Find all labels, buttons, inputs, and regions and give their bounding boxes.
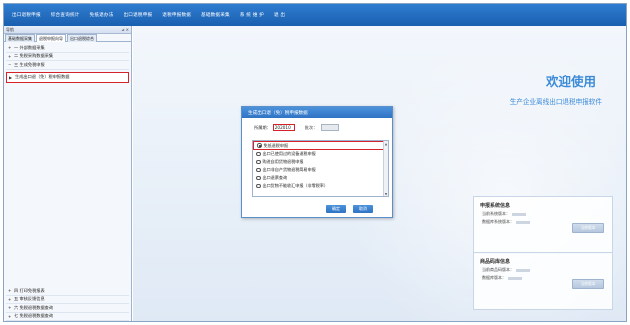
generate-declare-dialog: 生成出口退（免）税申报数据 所属期： 202010 批次： 免抵退税申报 出口已… — [241, 106, 393, 218]
info-row: 当前商品码版本： — [474, 265, 612, 273]
cancel-button[interactable]: 取消 — [353, 205, 373, 213]
info-row-label: 数据库版本： — [482, 275, 506, 280]
menu-item-5[interactable]: 退税申报数据 — [162, 12, 191, 18]
tree-item-label: 四 打印免税报表 — [14, 287, 45, 293]
tree-item-print-reports[interactable]: + 四 打印免税报表 — [6, 287, 129, 296]
navigation-panel: 导航 ⊿ × 基础数据采集 退税申报向导 出口退税综合 + 一 外部数据采集 +… — [4, 26, 132, 321]
software-subtitle: 生产企业离线出口退税申报软件 — [509, 98, 602, 106]
main-content: 欢迎使用 生产企业离线出口退税申报软件 申报系统信息 当前系统版本： 数据库系统… — [133, 26, 626, 321]
declare-info-title: 申报系统信息 — [480, 203, 511, 209]
nav-panel-controls: ⊿ × — [121, 27, 129, 32]
option-self-use-goods[interactable]: 购进自用货物退税申报 — [253, 158, 388, 166]
nav-tabs: 基础数据采集 退税申报向导 出口退税综合 — [4, 34, 131, 42]
tree-item-label: 六 免税退税数据查询 — [14, 304, 54, 310]
tree-item-audit-feedback[interactable]: + 五 审核反馈信息 — [6, 296, 129, 304]
option-label: 购进自用货物退税申报 — [262, 159, 304, 164]
nav-tree-top: + 一 外部数据采集 + 二 免税采购数据采集 − 三 生成免税申报 ▶ 生成出… — [4, 42, 131, 87]
tree-item-query-1[interactable]: + 六 免税退税数据查询 — [6, 304, 129, 313]
radio-icon[interactable] — [256, 183, 261, 189]
list-scrollbar[interactable]: ▲ ▼ — [383, 141, 388, 196]
declare-type-list: 免抵退税申报 出口已使用过的设备退税申报 购进自用货物退税申报 出口非自产货物退… — [252, 140, 389, 197]
tree-item-label: 一 外部数据采集 — [14, 44, 45, 50]
menu-item-3[interactable]: 免抵退办法 — [90, 12, 114, 18]
info-row: 当前系统版本： — [474, 209, 612, 217]
option-label: 出口已使用过的设备退税申报 — [262, 151, 316, 156]
option-no-forex[interactable]: 出口货物不能收汇申报（非零税率） — [253, 182, 388, 190]
scroll-up-icon[interactable]: ▲ — [384, 141, 388, 146]
blurred-value — [512, 212, 526, 216]
blurred-value — [508, 276, 522, 280]
option-refund-query[interactable]: 出口退票查询 — [253, 174, 388, 182]
ok-button[interactable]: 确定 — [326, 205, 346, 213]
period-label: 所属期： — [254, 124, 271, 130]
option-label: 出口非自产货物退税简易申报 — [262, 167, 316, 172]
info-row-label: 当前系统版本： — [482, 211, 510, 216]
radio-selected-icon[interactable] — [257, 143, 262, 148]
info-row-label: 数据库系统版本： — [482, 219, 514, 224]
menu-item-system[interactable]: 系 统 维 护 — [240, 12, 264, 18]
pin-icon[interactable]: ⊿ — [121, 27, 124, 32]
tab-comprehensive[interactable]: 出口退税综合 — [67, 34, 97, 42]
tree-item-query-2[interactable]: + 七 免税退税数据查询 — [6, 313, 129, 321]
dialog-fields: 所属期： 202010 批次： — [242, 118, 392, 131]
product-info-title: 商品码库信息 — [480, 259, 511, 265]
app-window: 出口退税申报 综合查询统计 免抵退办法 出口退税申报 退税申报数据 基础数据采集… — [3, 3, 627, 322]
product-version-button[interactable]: 当前版本 — [572, 279, 604, 289]
tree-item-label: 三 生成免税申报 — [14, 61, 45, 67]
radio-icon[interactable] — [256, 175, 261, 181]
batch-input[interactable] — [321, 124, 340, 131]
tree-item-external-data[interactable]: + 一 外部数据采集 — [6, 44, 129, 53]
radio-icon[interactable] — [256, 151, 261, 157]
option-label: 出口货物不能收汇申报（非零税率） — [262, 183, 329, 188]
radio-icon[interactable] — [256, 167, 261, 173]
tree-item-label: 七 免税退税数据查询 — [14, 313, 54, 319]
tree-item-label: 生成出口退（免）税申报数据 — [15, 74, 70, 79]
option-non-self-produced[interactable]: 出口非自产货物退税简易申报 — [253, 166, 388, 174]
tree-item-generate-declare[interactable]: − 三 生成免税申报 — [6, 61, 129, 70]
product-code-info-box: 商品码库信息 当前商品码版本： 数据库版本： 当前版本 — [473, 252, 613, 310]
period-input[interactable]: 202010 — [272, 124, 295, 131]
tree-item-generate-export-data[interactable]: ▶ 生成出口退（免）税申报数据 — [6, 71, 129, 83]
tree-item-label: 二 免税采购数据采集 — [14, 53, 54, 59]
batch-label: 批次： — [304, 124, 318, 130]
option-label: 出口退票查询 — [262, 175, 288, 180]
nav-panel-title: 导航 — [6, 26, 14, 32]
top-menu-bar: 出口退税申报 综合查询统计 免抵退办法 出口退税申报 退税申报数据 基础数据采集… — [4, 4, 626, 26]
tree-item-purchase-data[interactable]: + 二 免税采购数据采集 — [6, 53, 129, 61]
option-tax-refund[interactable]: 免抵退税申报 — [253, 141, 388, 150]
nav-panel-header: 导航 ⊿ × — [4, 26, 131, 34]
tree-item-label: 五 审核反馈信息 — [14, 296, 45, 302]
nav-tree-bottom: + 四 打印免税报表 + 五 审核反馈信息 + 六 免税退税数据查询 + 七 免… — [6, 287, 129, 321]
blurred-value — [516, 220, 530, 224]
menu-item-2[interactable]: 综合查询统计 — [51, 12, 80, 18]
declare-version-button[interactable]: 当前版本 — [572, 223, 604, 233]
menu-item-exit[interactable]: 退 出 — [274, 12, 285, 18]
menu-item-4[interactable]: 出口退税申报 — [124, 12, 153, 18]
close-icon[interactable]: × — [126, 27, 129, 32]
tab-basic-data[interactable]: 基础数据采集 — [5, 34, 35, 42]
menu-item-1[interactable]: 出口退税申报 — [12, 12, 41, 18]
dialog-title: 生成出口退（免）税申报数据 — [242, 107, 392, 118]
tab-declare-wizard[interactable]: 退税申报向导 — [36, 34, 66, 42]
menu-item-6[interactable]: 基础数据采集 — [201, 12, 230, 18]
blurred-value — [516, 268, 530, 272]
radio-icon[interactable] — [256, 159, 261, 165]
info-row-label: 当前商品码版本： — [482, 267, 514, 272]
welcome-heading: 欢迎使用 — [545, 74, 596, 89]
option-used-equipment[interactable]: 出口已使用过的设备退税申报 — [253, 150, 388, 158]
declare-system-info-box: 申报系统信息 当前系统版本： 数据库系统版本： 当前版本 — [473, 196, 613, 254]
scroll-down-icon[interactable]: ▼ — [384, 191, 388, 196]
option-label: 免抵退税申报 — [263, 142, 289, 148]
